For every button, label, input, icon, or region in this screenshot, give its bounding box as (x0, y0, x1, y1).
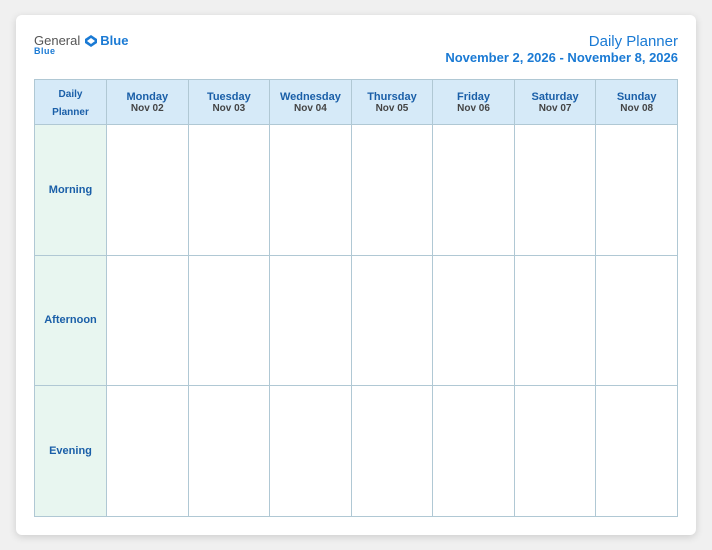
col-sunday: Sunday Nov 08 (596, 80, 678, 125)
col-wednesday: Wednesday Nov 04 (270, 80, 352, 125)
planner-table: Daily Planner Monday Nov 02 Tuesday Nov … (34, 79, 678, 517)
afternoon-tuesday[interactable] (188, 255, 270, 386)
morning-tuesday[interactable] (188, 125, 270, 256)
morning-wednesday[interactable] (270, 125, 352, 256)
morning-thursday[interactable] (351, 125, 433, 256)
row-evening: Evening (35, 386, 678, 517)
morning-label: Morning (35, 125, 107, 256)
logo-icon (84, 34, 98, 48)
afternoon-friday[interactable] (433, 255, 515, 386)
first-col-header: Daily Planner (35, 80, 107, 125)
logo-blue-text: Blue (100, 33, 128, 48)
col-saturday: Saturday Nov 07 (514, 80, 596, 125)
planner-container: General Blue Blue Daily Planner November… (16, 15, 696, 535)
logo-sub-text: Blue (34, 46, 56, 56)
afternoon-monday[interactable] (107, 255, 189, 386)
morning-sunday[interactable] (596, 125, 678, 256)
evening-saturday[interactable] (514, 386, 596, 517)
col-friday: Friday Nov 06 (433, 80, 515, 125)
col-tuesday: Tuesday Nov 03 (188, 80, 270, 125)
morning-monday[interactable] (107, 125, 189, 256)
row-afternoon: Afternoon (35, 255, 678, 386)
morning-friday[interactable] (433, 125, 515, 256)
row-morning: Morning (35, 125, 678, 256)
date-range: November 2, 2026 - November 8, 2026 (445, 50, 678, 65)
morning-saturday[interactable] (514, 125, 596, 256)
evening-friday[interactable] (433, 386, 515, 517)
afternoon-thursday[interactable] (351, 255, 433, 386)
header: General Blue Blue Daily Planner November… (34, 33, 678, 65)
evening-thursday[interactable] (351, 386, 433, 517)
logo: General Blue Blue (34, 33, 128, 56)
col-thursday: Thursday Nov 05 (351, 80, 433, 125)
evening-label: Evening (35, 386, 107, 517)
evening-tuesday[interactable] (188, 386, 270, 517)
evening-sunday[interactable] (596, 386, 678, 517)
afternoon-sunday[interactable] (596, 255, 678, 386)
evening-monday[interactable] (107, 386, 189, 517)
afternoon-wednesday[interactable] (270, 255, 352, 386)
table-header-row: Daily Planner Monday Nov 02 Tuesday Nov … (35, 80, 678, 125)
planner-title: Daily Planner (445, 33, 678, 50)
col-monday: Monday Nov 02 (107, 80, 189, 125)
afternoon-saturday[interactable] (514, 255, 596, 386)
afternoon-label: Afternoon (35, 255, 107, 386)
title-block: Daily Planner November 2, 2026 - Novembe… (445, 33, 678, 65)
evening-wednesday[interactable] (270, 386, 352, 517)
